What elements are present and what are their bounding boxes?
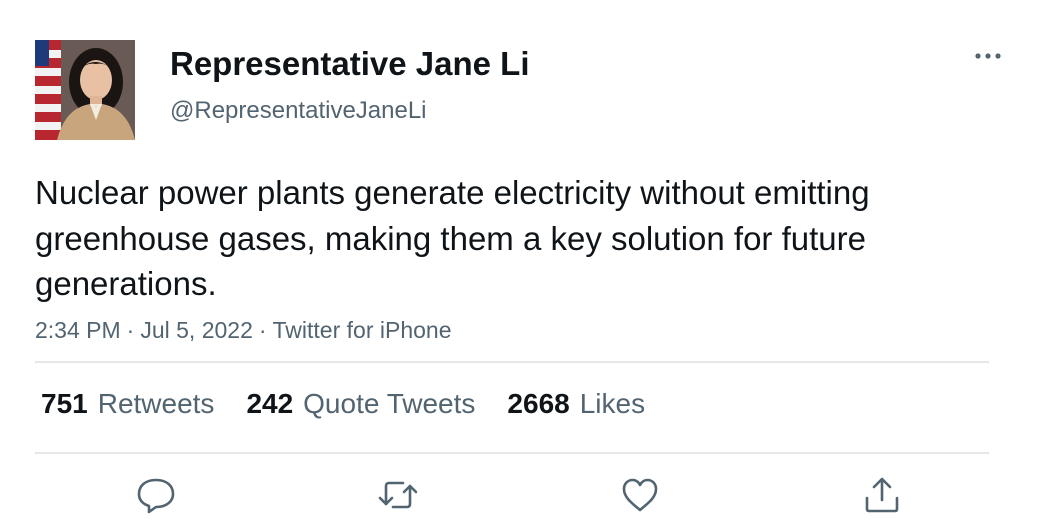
likes-label: Likes (579, 388, 646, 419)
tweet-metadata: 2:34 PM · Jul 5, 2022 · Twitter for iPhone (35, 315, 452, 345)
engagement-stats: 751 Retweets 242 Quote Tweets 2668 Likes (41, 386, 677, 422)
tweet-detail: Representative Jane Li @RepresentativeJa… (0, 0, 1050, 525)
tweet-text: Nuclear power plants generate electricit… (35, 174, 870, 302)
speech-bubble-icon (137, 478, 175, 514)
meta-separator: · (258, 317, 267, 343)
reply-button[interactable] (131, 470, 181, 520)
tweet-date[interactable]: Jul 5, 2022 (140, 317, 253, 343)
retweet-arrows-icon (378, 481, 418, 509)
likes-stat[interactable]: 2668 Likes (507, 386, 645, 422)
divider (35, 361, 989, 363)
share-upload-icon (865, 477, 899, 513)
tweet-time[interactable]: 2:34 PM (35, 317, 121, 343)
user-handle[interactable]: @RepresentativeJaneLi (170, 96, 427, 126)
meta-separator: · (126, 317, 135, 343)
more-options-button[interactable] (968, 40, 1008, 72)
quote-tweets-count: 242 (246, 388, 294, 419)
share-button[interactable] (857, 470, 907, 520)
retweets-label: Retweets (97, 388, 215, 419)
retweets-stat[interactable]: 751 Retweets (41, 386, 214, 422)
action-bar (0, 470, 1050, 520)
quote-tweets-label: Quote Tweets (303, 388, 476, 419)
avatar[interactable] (35, 40, 135, 140)
heart-icon (622, 478, 658, 512)
quote-tweets-stat[interactable]: 242 Quote Tweets (246, 386, 475, 422)
retweets-count: 751 (41, 388, 88, 419)
display-name[interactable]: Representative Jane Li (170, 44, 530, 84)
retweet-button[interactable] (373, 470, 423, 520)
ellipsis-icon (975, 53, 1001, 59)
likes-count: 2668 (507, 388, 570, 419)
profile-photo (35, 40, 135, 140)
divider (35, 452, 989, 454)
like-button[interactable] (615, 470, 665, 520)
tweet-source[interactable]: Twitter for iPhone (273, 317, 452, 343)
